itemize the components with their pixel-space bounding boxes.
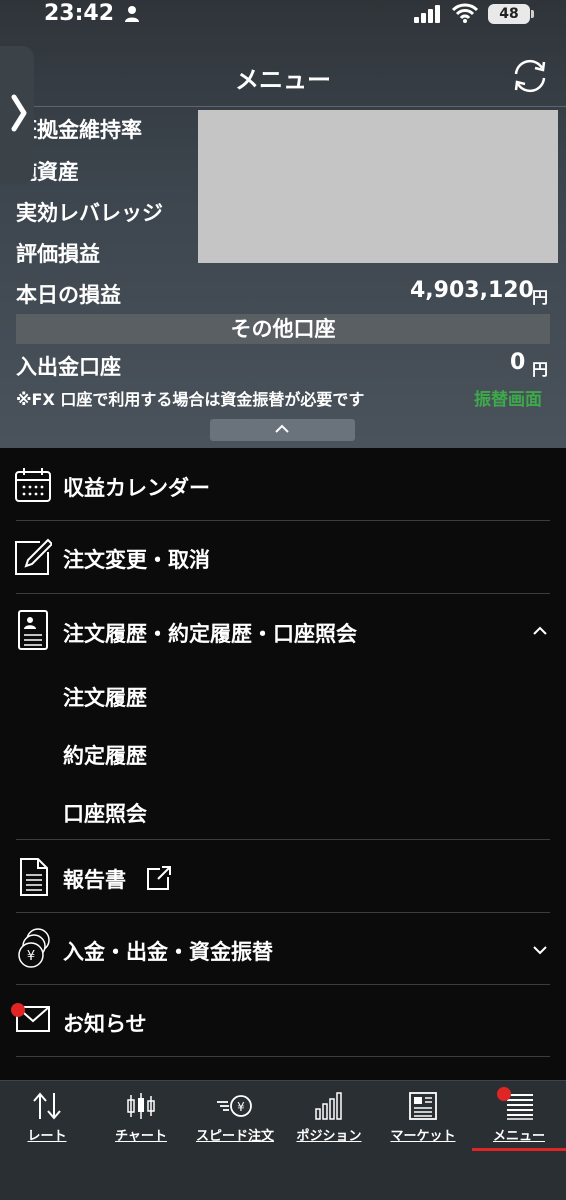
- tab-label-position: ポジション: [296, 1129, 362, 1144]
- menu-divider: [16, 912, 550, 913]
- status-bar: 23:42 48: [0, 0, 566, 30]
- tab-market[interactable]: マーケット: [376, 1081, 470, 1161]
- margin-ratio-label: 証拠金維持率: [16, 118, 142, 142]
- wifi-icon: [452, 3, 478, 23]
- calendar-icon: [15, 468, 51, 502]
- tab-chart[interactable]: チャート: [94, 1081, 188, 1161]
- menu-item-history[interactable]: 注文履歴・約定履歴・口座照会: [0, 604, 566, 664]
- svg-text:¥: ¥: [237, 1100, 245, 1114]
- svg-text:¥: ¥: [27, 949, 35, 964]
- collapse-panel-button[interactable]: [210, 419, 355, 441]
- person-icon: [125, 6, 139, 22]
- deposit-account-label: 入出金口座: [16, 355, 121, 379]
- bar-chart-icon: [315, 1092, 342, 1120]
- menu-item-news[interactable]: お知らせ: [0, 994, 566, 1056]
- chevron-down-icon[interactable]: [532, 944, 548, 956]
- chevron-up-icon[interactable]: [532, 625, 548, 637]
- tab-label-market: マーケット: [390, 1129, 456, 1144]
- effective-leverage-label: 実効レバレッジ: [16, 201, 163, 225]
- menu-divider: [16, 1056, 550, 1057]
- submenu-order-history[interactable]: 注文履歴: [63, 682, 147, 712]
- rate-arrows-icon: [33, 1092, 61, 1120]
- today-pl-label: 本日の損益: [16, 283, 121, 307]
- menu-divider: [16, 839, 550, 840]
- today-pl-unit: 円: [532, 288, 549, 307]
- account-summary-panel: 23:42 48 メニュー 証拠金維持率 純資産 実効レバレッジ 評価損益 本日…: [0, 0, 566, 448]
- transfer-screen-link[interactable]: 振替画面: [474, 385, 542, 410]
- menu-item-report[interactable]: 報告書: [0, 850, 566, 912]
- menu-item-funds[interactable]: ¥ 入金・出金・資金振替: [0, 922, 566, 984]
- battery-cap: [531, 10, 534, 18]
- deposit-account-value: 0: [510, 350, 526, 375]
- page-title: メニュー: [235, 66, 331, 94]
- notification-badge: [497, 1087, 511, 1101]
- tab-label-speed-order: スピード注文: [195, 1129, 274, 1144]
- menu-label-report: 報告書: [63, 868, 126, 892]
- menu-item-profit-calendar[interactable]: 収益カレンダー: [0, 460, 566, 520]
- battery-indicator: 48: [488, 4, 530, 24]
- menu-label-history: 注文履歴・約定履歴・口座照会: [63, 622, 357, 646]
- status-time: 23:42: [44, 1, 115, 26]
- submenu-account-inquiry[interactable]: 口座照会: [63, 798, 147, 828]
- tab-label-chart: チャート: [115, 1129, 167, 1144]
- tab-label-rate: レート: [27, 1129, 67, 1144]
- unrealized-pl-label: 評価損益: [16, 242, 100, 266]
- menu-divider: [16, 984, 550, 985]
- tab-rate[interactable]: レート: [0, 1081, 94, 1161]
- today-pl-value: 4,903,120: [410, 278, 534, 303]
- document-person-icon: [18, 610, 48, 650]
- chevron-right-icon[interactable]: [10, 93, 28, 133]
- deposit-account-unit: 円: [532, 360, 549, 379]
- edit-icon: [15, 538, 52, 575]
- header-divider: [0, 106, 566, 107]
- menu-divider: [16, 593, 550, 594]
- menu-divider: [16, 520, 550, 521]
- speed-order-icon: ¥: [217, 1095, 252, 1117]
- redacted-values: [198, 110, 558, 263]
- menu-item-order-change[interactable]: 注文変更・取消: [0, 532, 566, 592]
- tab-label-menu: メニュー: [492, 1129, 545, 1144]
- transfer-note: ※FX 口座で利用する場合は資金振替が必要です: [16, 390, 365, 409]
- bottom-tab-bar: レート チャート ¥ スピード注文 ポジション マーケット メニュー: [0, 1080, 566, 1200]
- candlestick-icon: [127, 1093, 155, 1119]
- refresh-icon[interactable]: [510, 56, 550, 96]
- newspaper-icon: [409, 1092, 437, 1120]
- tab-position[interactable]: ポジション: [282, 1081, 376, 1161]
- menu-label-profit-calendar: 収益カレンダー: [63, 476, 210, 500]
- cellular-signal-icon: [414, 5, 440, 23]
- menu-label-order-change: 注文変更・取消: [63, 548, 210, 572]
- external-link-icon: [147, 866, 171, 890]
- coin-stack-icon: ¥: [18, 928, 50, 968]
- document-icon: [20, 858, 48, 896]
- menu-label-funds: 入金・出金・資金振替: [63, 940, 273, 964]
- active-tab-indicator: [472, 1148, 566, 1151]
- chevron-up-icon: [275, 424, 289, 433]
- tab-speed-order[interactable]: ¥ スピード注文: [188, 1081, 282, 1161]
- other-accounts-header: その他口座: [16, 314, 550, 344]
- notification-badge: [11, 1003, 25, 1017]
- menu-label-news: お知らせ: [63, 1012, 147, 1036]
- submenu-execution-history[interactable]: 約定履歴: [63, 740, 147, 770]
